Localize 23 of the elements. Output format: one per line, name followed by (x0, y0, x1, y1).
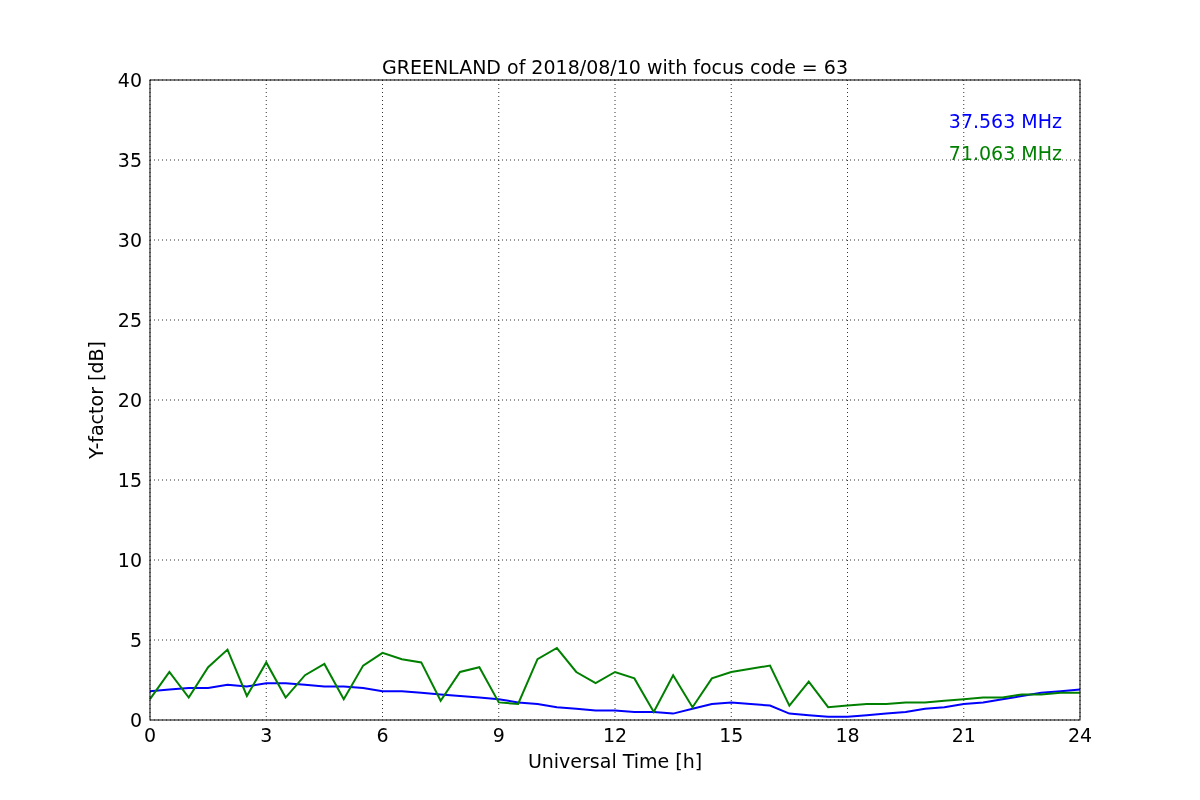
x-axis-label: Universal Time [h] (527, 750, 703, 772)
y-tick-label: 40 (117, 69, 142, 91)
y-tick-label: 15 (117, 469, 142, 491)
legend-label: 71.063 MHz (948, 142, 1062, 164)
legend-label: 37.563 MHz (948, 110, 1062, 132)
y-tick-label: 20 (117, 389, 142, 411)
y-tick-label: 5 (129, 629, 142, 651)
y-axis-label: Y-factor [dB] (85, 341, 107, 459)
y-tick-label: 0 (129, 709, 142, 731)
x-tick-label: 18 (835, 724, 860, 746)
x-tick-label: 21 (951, 724, 976, 746)
x-tick-label: 24 (1067, 724, 1093, 746)
x-tick-label: 3 (260, 724, 273, 746)
x-tick-label: 6 (376, 724, 389, 746)
y-tick-label: 30 (117, 229, 142, 251)
chart-title: GREENLAND of 2018/08/10 with focus code = 63 (382, 56, 848, 78)
x-tick-label: 0 (143, 724, 157, 746)
y-tick-label: 10 (117, 549, 142, 571)
x-tick-label: 15 (719, 724, 744, 746)
y-tick-label: 35 (117, 149, 142, 171)
x-tick-label: 9 (492, 724, 505, 746)
y-tick-label: 25 (117, 309, 142, 331)
x-tick-label: 12 (602, 724, 628, 746)
